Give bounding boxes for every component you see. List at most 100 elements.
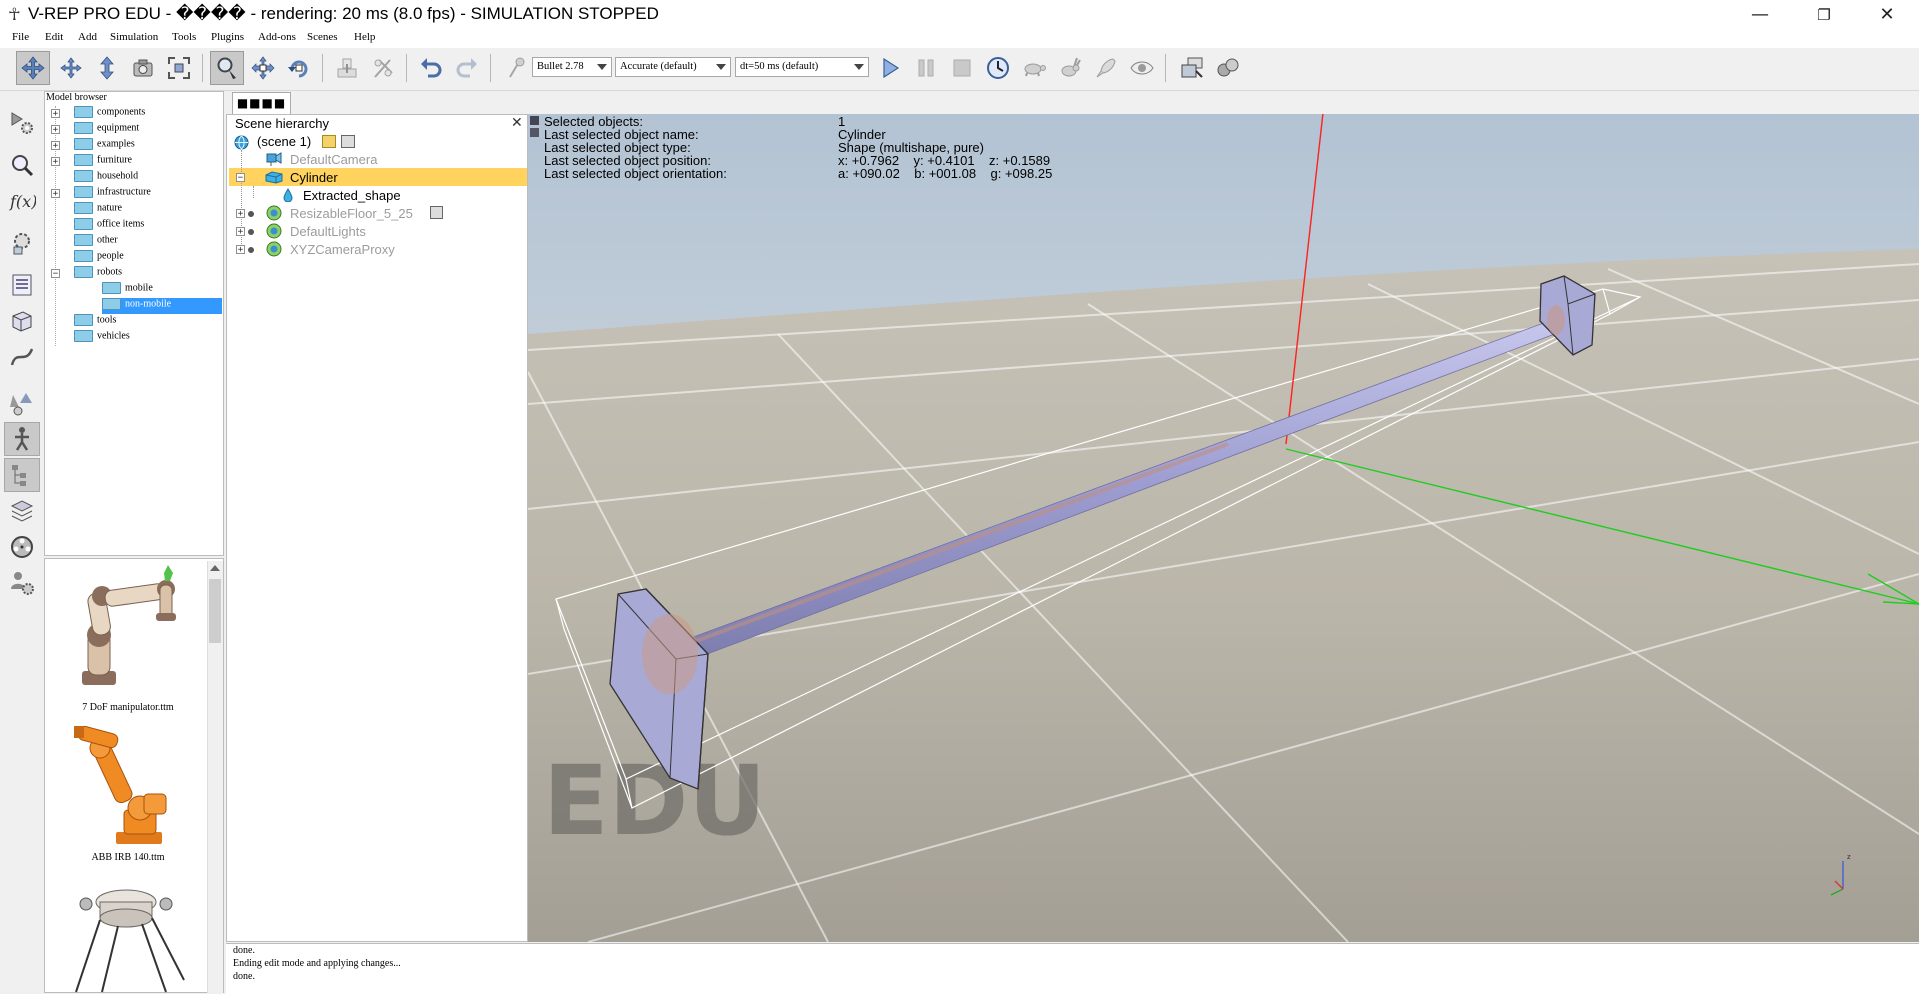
scene-hierarchy-toggle-button[interactable] <box>4 458 40 492</box>
hierarchy-item-defaultlights[interactable]: DefaultLights <box>290 223 366 241</box>
model-browser-toggle-button[interactable] <box>4 422 40 456</box>
model-tree-item[interactable]: vehicles <box>74 330 222 346</box>
dynamics-toggle-button[interactable] <box>498 51 532 85</box>
object-select-button[interactable] <box>210 51 244 85</box>
expand-toggle[interactable]: + <box>236 227 245 237</box>
folder-icon[interactable] <box>322 135 336 148</box>
scene-viewport[interactable]: EDU z Selected objects: Last selected ob… <box>528 114 1919 942</box>
expand-toggle[interactable]: + <box>51 157 60 167</box>
expand-toggle[interactable]: + <box>236 245 245 255</box>
maximize-button[interactable]: ❐ <box>1795 0 1853 30</box>
menu-edit[interactable]: Edit <box>45 31 63 43</box>
film-strip-icon[interactable] <box>341 135 355 148</box>
undo-button[interactable] <box>414 51 448 85</box>
page-selector-button[interactable] <box>1211 51 1245 85</box>
model-tree-item[interactable]: office items <box>74 218 222 234</box>
video-recorder-button[interactable] <box>4 530 40 564</box>
menu-help[interactable]: Help <box>354 31 375 43</box>
scrollbar-thumb[interactable] <box>209 579 221 643</box>
stop-icon <box>953 59 971 77</box>
hierarchy-item-defaultcamera[interactable]: DefaultCamera <box>290 151 377 169</box>
model-tree-item[interactable]: non-mobile <box>102 298 222 314</box>
scene-selector-button[interactable] <box>1175 51 1209 85</box>
expand-toggle[interactable]: + <box>51 109 60 119</box>
model-tree-item[interactable]: mobile <box>102 282 222 298</box>
hierarchy-item-resizablefloor[interactable]: ResizableFloor_5_25 <box>290 205 413 223</box>
collapse-toggle[interactable]: − <box>51 269 60 279</box>
fit-to-view-button[interactable] <box>162 51 196 85</box>
expand-toggle[interactable]: + <box>51 125 60 135</box>
menu-file[interactable]: File <box>12 31 29 43</box>
model-tree-item[interactable]: nature <box>74 202 222 218</box>
start-simulation-button[interactable] <box>873 51 907 85</box>
script-page-icon[interactable] <box>430 206 443 219</box>
camera-rotate-button[interactable] <box>54 51 88 85</box>
selection-filter-button[interactable] <box>4 386 40 420</box>
expand-toggle[interactable]: + <box>51 189 60 199</box>
camera-angle-button[interactable] <box>126 51 160 85</box>
visualization-toggle-button[interactable] <box>1125 51 1159 85</box>
script-functions-button[interactable]: f(x) <box>4 184 40 218</box>
model-tree-item[interactable]: household <box>74 170 222 186</box>
path-edit-button[interactable] <box>4 340 40 374</box>
expand-toggle[interactable]: + <box>51 141 60 151</box>
object-shift-button[interactable] <box>246 51 280 85</box>
redo-button[interactable] <box>450 51 484 85</box>
model-tree-item[interactable]: robots <box>74 266 222 282</box>
transfer-dna-button[interactable] <box>366 51 400 85</box>
simulation-settings-button[interactable] <box>4 106 40 140</box>
menu-scenes[interactable]: Scenes <box>307 31 338 43</box>
model-tree-item[interactable]: equipment <box>74 122 222 138</box>
user-settings-button[interactable] <box>4 566 40 600</box>
hierarchy-item-cylinder[interactable]: Cylinder <box>290 169 338 187</box>
collapse-toggle[interactable]: − <box>236 173 245 183</box>
thumbnail-abb-irb-140[interactable] <box>66 722 194 852</box>
menu-add[interactable]: Add <box>78 31 97 43</box>
scene-tab[interactable]: ■■■■ <box>232 92 291 114</box>
model-tree-item[interactable]: components <box>74 106 222 122</box>
model-tree-item[interactable]: infrastructure <box>74 186 222 202</box>
calculation-modules-button[interactable] <box>4 148 40 182</box>
camera-shift-button[interactable] <box>90 51 124 85</box>
dialogs-button[interactable] <box>4 268 40 302</box>
layers-button[interactable] <box>4 494 40 528</box>
menu-tools[interactable]: Tools <box>172 31 196 43</box>
expand-toggle[interactable]: + <box>236 209 245 219</box>
shape-edit-button[interactable] <box>4 304 40 338</box>
model-tree-item[interactable]: people <box>74 250 222 266</box>
physics-engine-select[interactable]: Bullet 2.78 <box>532 57 612 77</box>
model-tree-item[interactable]: examples <box>74 138 222 154</box>
thumbnail-delta-robot[interactable] <box>66 880 194 993</box>
threaded-rendering-button[interactable] <box>1089 51 1123 85</box>
camera-pan-button[interactable] <box>16 51 50 85</box>
model-tree-item[interactable]: furniture <box>74 154 222 170</box>
hierarchy-item-scene[interactable]: (scene 1) <box>257 133 311 151</box>
menu-plugins[interactable]: Plugins <box>211 31 244 43</box>
collections-button[interactable] <box>4 226 40 260</box>
thumbnail-7dof-manipulator[interactable] <box>60 563 188 693</box>
pause-simulation-button[interactable] <box>909 51 943 85</box>
thumbnails-scrollbar[interactable] <box>207 561 223 993</box>
timestep-select[interactable]: dt=50 ms (default) <box>735 57 869 77</box>
status-console <box>226 943 1919 994</box>
accuracy-select[interactable]: Accurate (default) <box>615 57 731 77</box>
stop-simulation-button[interactable] <box>945 51 979 85</box>
object-rotate-button[interactable] <box>282 51 316 85</box>
hierarchy-close-icon[interactable]: ✕ <box>511 115 523 131</box>
hierarchy-item-extracted-shape[interactable]: Extracted_shape <box>303 187 401 205</box>
scroll-up-arrow-icon[interactable] <box>210 565 220 571</box>
assemble-button[interactable] <box>330 51 364 85</box>
hierarchy-item-xyzcameraproxy[interactable]: XYZCameraProxy <box>290 241 395 259</box>
model-tree-item[interactable]: other <box>74 234 222 250</box>
menu-simulation[interactable]: Simulation <box>110 31 158 43</box>
close-button[interactable]: ✕ <box>1858 0 1916 30</box>
info-toggle-icon[interactable] <box>530 128 539 137</box>
real-time-button[interactable] <box>981 51 1015 85</box>
minimize-button[interactable]: — <box>1731 0 1789 30</box>
menu-addons[interactable]: Add-ons <box>258 31 296 43</box>
function-icon: f(x) <box>9 192 36 211</box>
model-tree-item[interactable]: tools <box>74 314 222 330</box>
info-toggle-icon[interactable] <box>530 116 539 125</box>
slower-button[interactable] <box>1017 51 1051 85</box>
faster-button[interactable] <box>1053 51 1087 85</box>
